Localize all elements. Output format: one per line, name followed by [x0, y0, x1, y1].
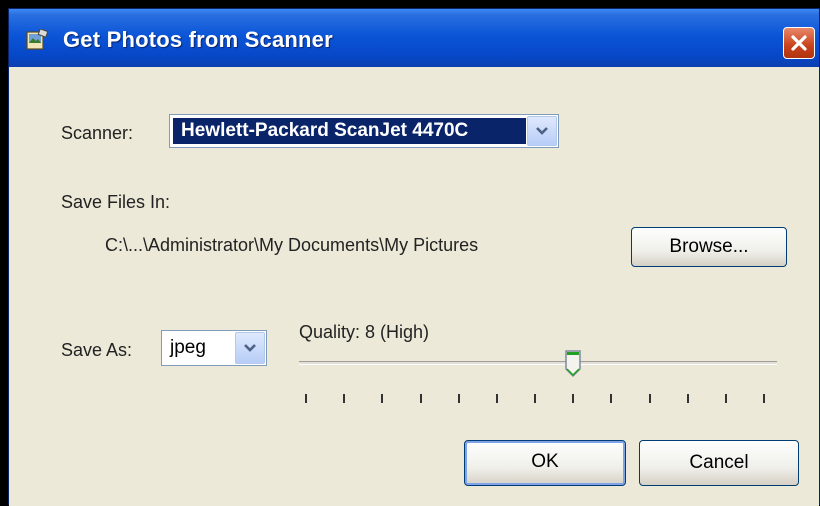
scanner-dropdown[interactable]: Hewlett-Packard ScanJet 4470C — [169, 114, 559, 148]
quality-slider-track[interactable] — [299, 361, 777, 365]
format-dropdown[interactable]: jpeg — [161, 330, 267, 366]
cancel-button[interactable]: Cancel — [639, 440, 799, 486]
slider-tick — [343, 394, 346, 403]
window-title: Get Photos from Scanner — [63, 27, 333, 52]
slider-tick — [763, 394, 765, 403]
scanner-photo-icon — [25, 28, 49, 51]
slider-tick — [572, 394, 575, 403]
scanner-dropdown-button[interactable] — [527, 116, 557, 146]
format-selected-value: jpeg — [170, 337, 206, 358]
chevron-down-icon — [244, 344, 256, 352]
format-dropdown-button[interactable] — [235, 332, 265, 364]
scanner-dialog: Get Photos from Scanner Scanner: Hewlett… — [8, 8, 820, 506]
ok-button[interactable]: OK — [464, 440, 626, 486]
chevron-down-icon — [536, 127, 548, 135]
slider-tick — [305, 394, 307, 403]
slider-tick — [534, 394, 536, 403]
save-as-label: Save As: — [61, 340, 133, 360]
slider-tick — [648, 394, 651, 403]
slider-tick — [381, 394, 384, 403]
slider-tick — [495, 394, 498, 403]
save-files-label: Save Files In: — [61, 192, 171, 212]
scanner-selected-value: Hewlett-Packard ScanJet 4470C — [173, 118, 526, 144]
slider-tick — [724, 394, 727, 403]
save-path-text: C:\...\Administrator\My Documents\My Pic… — [105, 235, 479, 255]
dialog-body: Scanner: Hewlett-Packard ScanJet 4470C S… — [9, 67, 819, 506]
title-bar[interactable]: Get Photos from Scanner — [9, 9, 819, 67]
close-button[interactable] — [783, 27, 815, 59]
quality-label: Quality: 8 (High) — [299, 322, 430, 342]
close-icon — [791, 35, 807, 51]
quality-slider-thumb[interactable] — [564, 349, 582, 379]
slider-tick — [610, 394, 613, 403]
slider-tick — [419, 394, 422, 403]
slider-tick — [686, 394, 689, 403]
scanner-label: Scanner: — [61, 123, 134, 143]
slider-tick — [457, 394, 460, 403]
browse-button[interactable]: Browse... — [631, 227, 787, 267]
